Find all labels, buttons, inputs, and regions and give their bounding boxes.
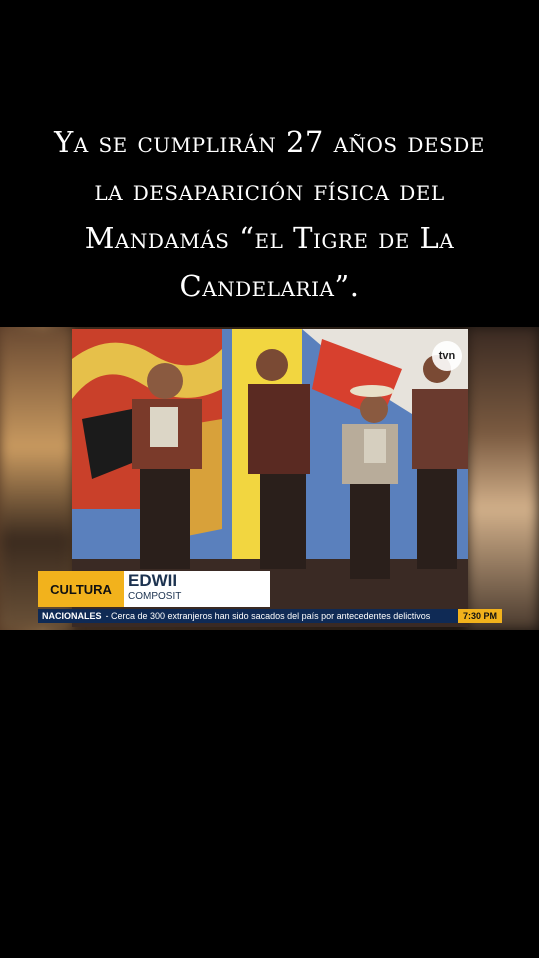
- lower-third: CULTURA EDWII COMPOSIT: [38, 571, 270, 607]
- person-role: COMPOSIT: [128, 591, 182, 602]
- ticker-section: NACIONALES: [42, 611, 102, 621]
- ticker-headline: - Cerca de 300 extranjeros han sido saca…: [105, 611, 431, 621]
- caption-text: Ya se cumplirán 27 años desde la desapar…: [20, 118, 519, 310]
- tvn-logo: tvn: [432, 341, 462, 371]
- section-tag: CULTURA: [38, 571, 124, 607]
- caption-line: Ya se cumplirán 27 años desde: [54, 125, 485, 159]
- blurred-background-right: [467, 327, 539, 630]
- caption-line: la desaparición física del: [94, 173, 445, 207]
- video-player[interactable]: tvn CULTURA EDWII COMPOSIT NACIONALES - …: [0, 327, 539, 630]
- ticker-time: 7:30 PM: [457, 609, 502, 623]
- person-name: EDWII: [128, 571, 178, 590]
- caption-line: Mandamás “el Tigre de La: [84, 221, 455, 255]
- news-ticker: NACIONALES - Cerca de 300 extranjeros ha…: [38, 609, 502, 623]
- name-plate: EDWII COMPOSIT: [124, 571, 270, 607]
- caption-line: Candelaria”.: [179, 269, 360, 303]
